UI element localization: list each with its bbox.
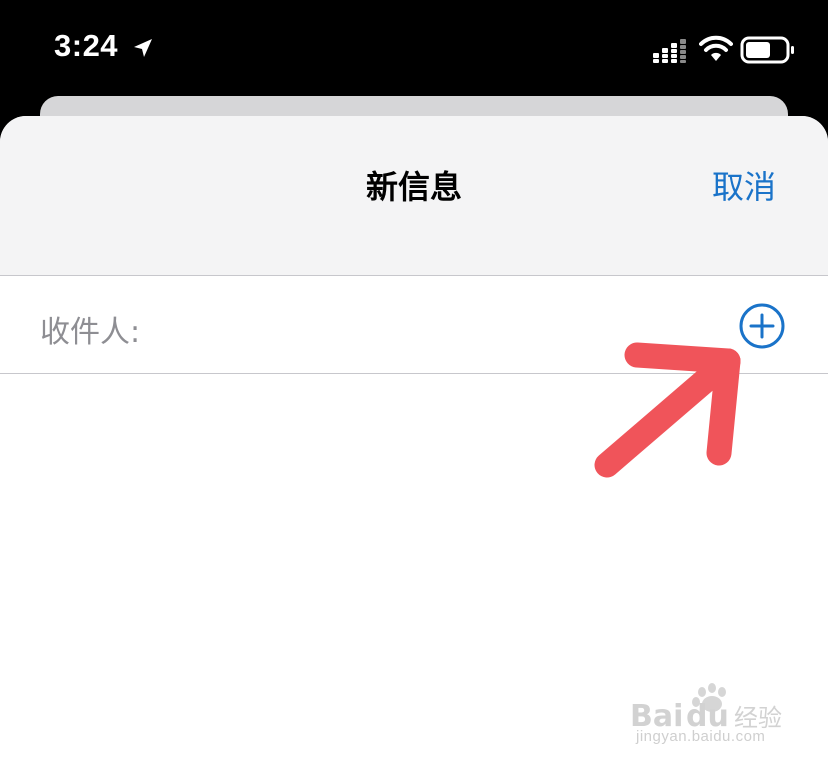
- phone-screen: 3:24 新信息 取消 收件人: Bai du 经验 jingyan.baidu…: [0, 0, 828, 767]
- status-time: 3:24: [54, 28, 119, 63]
- red-pointer-arrow-icon: [594, 342, 741, 478]
- location-arrow-icon: [134, 39, 152, 57]
- battery-icon: [740, 36, 794, 64]
- recipient-label: 收件人:: [40, 315, 141, 350]
- navigation-header: 新信息 取消: [0, 116, 828, 276]
- status-bar: 3:24: [0, 0, 828, 96]
- page-title: 新信息: [365, 168, 462, 206]
- watermark-domain: jingyan.baidu.com: [636, 728, 766, 745]
- cancel-button[interactable]: 取消: [712, 162, 776, 208]
- wifi-icon: [699, 35, 733, 61]
- cellular-signal-icon: [653, 39, 686, 63]
